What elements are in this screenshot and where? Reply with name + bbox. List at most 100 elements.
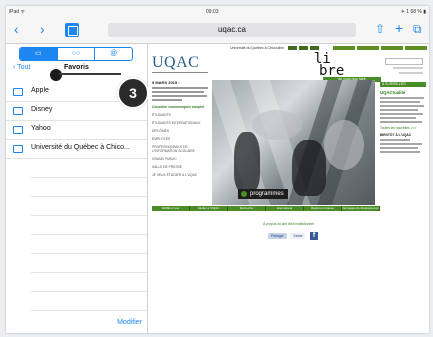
- text-line: [380, 147, 418, 149]
- green-nav-item[interactable]: International: [266, 206, 304, 211]
- text-line: [152, 91, 204, 93]
- menu-item[interactable]: ÉTUDIANTS: [152, 113, 210, 117]
- bookmarks-icon[interactable]: ▭: [20, 48, 58, 60]
- right-subheading: BIENTÔT À L'UQAC: [380, 133, 412, 137]
- bookmark-item-uqac[interactable]: Université du Québec à Chico...: [6, 139, 147, 159]
- menu-item[interactable]: JE VEUX ÉTUDIER À L'UQAC: [152, 173, 210, 177]
- hero-photo[interactable]: programmes: [212, 80, 375, 205]
- news-link[interactable]: Consulter communiqués complet: [152, 105, 210, 109]
- address-bar[interactable]: uqac.ca C: [108, 23, 356, 37]
- right-column: À SURVEILLER UQACtualité Toutes les nouv…: [380, 82, 426, 153]
- callout-badge: 3: [117, 77, 149, 109]
- menu-item[interactable]: DIPLÔMÉS: [152, 129, 210, 133]
- green-nav-bar: FAIRE un tour Étudier à l'UQAC Recherche…: [152, 206, 380, 211]
- top-bar-block: [310, 46, 319, 50]
- bookmark-label: Yahoo: [31, 125, 51, 132]
- sidebar-segmented-control: ▭ ○○ @: [19, 47, 133, 61]
- divider: [31, 253, 147, 254]
- share-button[interactable]: Partager: [268, 233, 287, 239]
- text-line: [380, 113, 423, 115]
- battery-indicator: ✈ 1 68 % ▮: [400, 9, 426, 15]
- photo-figure: [234, 132, 260, 192]
- search-options: [393, 67, 423, 69]
- uqac-top-bar: Université du Québec à Chicoutimi: [148, 46, 429, 52]
- university-name: Université du Québec à Chicoutimi: [230, 46, 284, 50]
- back-button[interactable]: ‹: [14, 22, 19, 36]
- site-search-input[interactable]: [385, 58, 423, 65]
- divider: [31, 177, 147, 178]
- footer-text: À propos du site Web institutionnel: [148, 222, 429, 226]
- reading-list-icon[interactable]: ○○: [58, 48, 96, 60]
- divider: [31, 291, 147, 292]
- ipad-screen: iPad ᯤ 09:03 ✈ 1 68 % ▮ ‹ › uqac.ca C ⇧ …: [6, 6, 429, 333]
- logo-rule: [152, 72, 208, 73]
- bookmark-item-yahoo[interactable]: Yahoo: [6, 120, 147, 140]
- divider: [31, 272, 147, 273]
- top-nav-link[interactable]: [333, 46, 355, 50]
- forward-button[interactable]: ›: [40, 22, 45, 36]
- footer-link[interactable]: À propos du site Web institutionnel: [263, 222, 314, 226]
- top-nav-link[interactable]: [381, 46, 403, 50]
- menu-item[interactable]: GRAND PUBLIC: [152, 157, 210, 161]
- programmes-tag[interactable]: programmes: [238, 189, 288, 199]
- text-line: [380, 101, 420, 103]
- safari-toolbar: ‹ › uqac.ca C ⇧ + ⧉: [6, 18, 429, 44]
- divider: [31, 310, 147, 311]
- carrier-label: iPad ᯤ: [9, 9, 25, 15]
- tap-indicator: [49, 68, 63, 82]
- edit-button[interactable]: Modifier: [117, 319, 142, 326]
- all-bookmarks-back-button[interactable]: ‹ Tout: [13, 64, 30, 71]
- text-line: [380, 97, 424, 99]
- divider: [31, 196, 147, 197]
- uqac-logo[interactable]: UQAC: [152, 54, 199, 72]
- book-icon: [13, 126, 23, 134]
- clock: 09:03: [206, 9, 219, 15]
- bookmark-label: Disney: [31, 106, 53, 113]
- text-line: [380, 151, 420, 153]
- menu-item[interactable]: ÉTUDIANTS INTERNATIONAUX: [152, 121, 210, 125]
- menu-item[interactable]: EMPLOYÉS: [152, 137, 210, 141]
- text-line: [380, 109, 418, 111]
- divider: [31, 234, 147, 235]
- top-nav-link[interactable]: [405, 46, 427, 50]
- green-nav-item[interactable]: Campagne de développement: [342, 206, 380, 211]
- news-date: 9 MARS 2015 :: [152, 80, 180, 85]
- photo-figure: [292, 140, 326, 196]
- book-icon: [13, 145, 23, 153]
- callout-line: [59, 73, 121, 75]
- folder-title: Favoris: [64, 64, 89, 71]
- book-icon: [13, 107, 23, 115]
- photo-figure: [324, 120, 364, 170]
- text-line: [152, 87, 208, 89]
- add-icon[interactable]: +: [395, 21, 403, 35]
- top-bar-block: [299, 46, 308, 50]
- text-line: [380, 143, 422, 145]
- menu-item[interactable]: PROFESSIONNELS DE L'INFORMATION SCOLAIRE: [152, 145, 210, 153]
- tabs-icon[interactable]: ⧉: [413, 22, 422, 36]
- status-bar: iPad ᯤ 09:03 ✈ 1 68 % ▮: [6, 6, 429, 18]
- like-button[interactable]: J'aime: [290, 233, 306, 239]
- bookmark-label: Université du Québec à Chico...: [31, 144, 130, 151]
- green-nav-item[interactable]: Étudier à l'UQAC: [190, 206, 228, 211]
- green-nav-item[interactable]: Recherche: [228, 206, 266, 211]
- green-nav-item[interactable]: FAIRE un tour: [152, 206, 190, 211]
- shared-links-icon[interactable]: @: [95, 48, 132, 60]
- text-line: [380, 105, 424, 107]
- right-header: À SURVEILLER: [380, 82, 426, 87]
- book-icon: [13, 88, 23, 96]
- all-news-link[interactable]: Toutes les nouvelles >>>: [380, 126, 426, 130]
- divider: [31, 215, 147, 216]
- text-line: [152, 99, 182, 101]
- facebook-icon[interactable]: f: [310, 232, 318, 240]
- bookmarks-toggle-button[interactable]: [65, 23, 79, 37]
- share-icon[interactable]: ⇧: [375, 22, 385, 36]
- green-nav-item[interactable]: Régions et réseau: [304, 206, 342, 211]
- right-title[interactable]: UQACtualité: [380, 90, 426, 95]
- text-line: [380, 117, 416, 119]
- menu-item[interactable]: SALLE DE PRESSE: [152, 165, 210, 169]
- photo-figure: [252, 110, 302, 140]
- search-options: [399, 72, 423, 74]
- top-nav-link[interactable]: [357, 46, 379, 50]
- libre-bottom: bre: [319, 63, 345, 79]
- text-line: [380, 139, 410, 141]
